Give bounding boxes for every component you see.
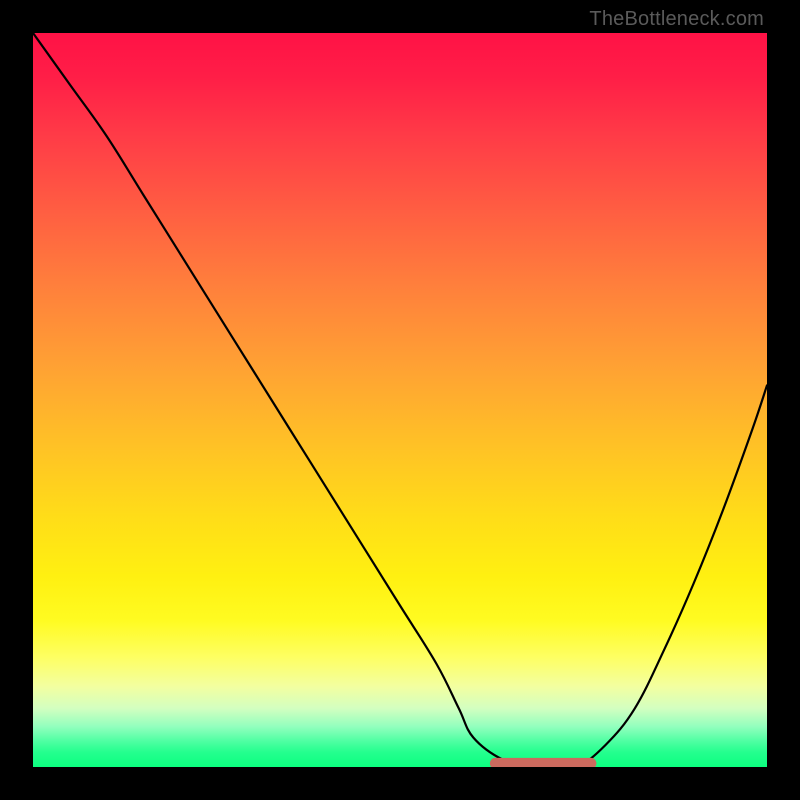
watermark-text: TheBottleneck.com xyxy=(589,8,764,31)
chart-frame: TheBottleneck.com xyxy=(0,0,800,800)
bottleneck-curve xyxy=(33,33,767,767)
plot-area xyxy=(33,33,767,767)
curve-svg xyxy=(33,33,767,767)
